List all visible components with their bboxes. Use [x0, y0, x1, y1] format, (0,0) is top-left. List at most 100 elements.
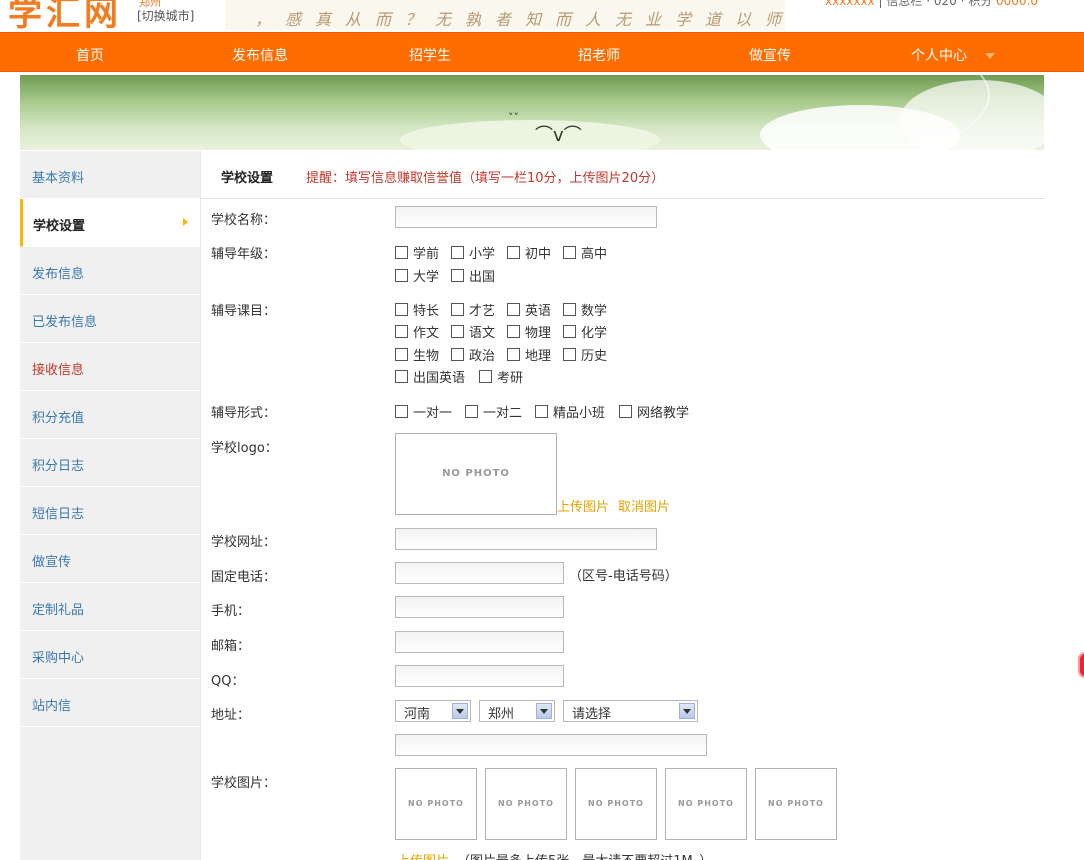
phone-input[interactable] — [395, 562, 564, 584]
checkbox-course[interactable]: 数学 — [563, 300, 607, 319]
checkbox-course[interactable]: 出国英语 — [395, 367, 465, 386]
page-title: 学校设置 — [221, 171, 274, 186]
username-link[interactable]: xxxxxxx — [825, 0, 875, 8]
floating-service-icon[interactable] — [1078, 652, 1084, 678]
checkbox-course[interactable]: 语文 — [451, 322, 495, 341]
label-mobile: 手机： — [211, 604, 251, 619]
chevron-right-icon — [183, 218, 188, 226]
main-header: 学校设置 提醒：填写信息赚取信誉值（填写一栏10分，上传图片20分） — [201, 151, 1045, 199]
checkbox-grade-junior[interactable]: 初中 — [507, 243, 551, 262]
checkbox-course[interactable]: 生物 — [395, 345, 439, 364]
sidebar-item-basic-info[interactable]: 基本资料 — [20, 151, 200, 199]
chevron-down-icon[interactable] — [985, 53, 995, 59]
sidebar-item-published[interactable]: 已发布信息 — [20, 295, 200, 343]
pictures-hint: （图片最多上传5张，最大请不要超过1M。） — [457, 850, 712, 860]
website-input[interactable] — [395, 528, 657, 550]
main-content: 学校设置 提醒：填写信息赚取信誉值（填写一栏10分，上传图片20分） 学校名称：… — [200, 151, 1045, 860]
slogan-banner: ，感真从而？无孰者知而人无业学道以师有学 — [225, 0, 785, 30]
sidebar-item-points-log[interactable]: 积分日志 — [20, 439, 200, 487]
chevron-down-icon[interactable] — [452, 703, 468, 719]
school-picture-slot: NO PHOTO — [755, 768, 837, 840]
cancel-logo-link[interactable]: 取消图片 — [618, 496, 670, 515]
checkbox-form-one-on-one[interactable]: 一对一 — [395, 402, 452, 421]
district-select[interactable]: 请选择 — [563, 700, 698, 722]
label-school-name: 学校名称： — [211, 213, 277, 228]
top-bar: 学汇网 郑州 [切换城市] ，感真从而？无孰者知而人无业学道以师有学 xxxxx… — [0, 0, 1084, 32]
sidebar-item-promote[interactable]: 做宣传 — [20, 535, 200, 583]
no-photo-text: NO PHOTO — [442, 468, 510, 479]
upload-logo-link[interactable]: 上传图片 — [557, 496, 609, 515]
sidebar-item-school-settings[interactable]: 学校设置 — [20, 199, 200, 247]
sidebar-item-purchase[interactable]: 采购中心 — [20, 631, 200, 679]
nav-recruit-teachers[interactable]: 招老师 — [578, 45, 620, 65]
label-form: 辅导形式： — [211, 406, 277, 421]
label-logo: 学校logo： — [211, 441, 278, 456]
nav-promote[interactable]: 做宣传 — [749, 45, 791, 65]
user-status-text: | 信息栏 · 020 · 积分 — [878, 0, 993, 8]
checkbox-course[interactable]: 政治 — [451, 345, 495, 364]
school-picture-slot: NO PHOTO — [575, 768, 657, 840]
phone-hint: （区号-电话号码） — [569, 569, 678, 584]
nav-publish[interactable]: 发布信息 — [232, 45, 288, 65]
tip-text: 提醒：填写信息赚取信誉值（填写一栏10分，上传图片20分） — [306, 171, 665, 186]
address-detail-input[interactable] — [395, 734, 707, 756]
label-email: 邮箱： — [211, 639, 251, 654]
sidebar-item-messages[interactable]: 站内信 — [20, 679, 200, 727]
checkbox-form-online[interactable]: 网络教学 — [619, 402, 689, 421]
bird-icon: ⌒v⌒ — [535, 125, 582, 146]
sidebar-item-sms-log[interactable]: 短信日志 — [20, 487, 200, 535]
user-score: 0000.0 — [996, 0, 1039, 8]
site-logo[interactable]: 学汇网 — [8, 0, 122, 32]
checkbox-course[interactable]: 作文 — [395, 322, 439, 341]
school-name-input[interactable] — [395, 206, 657, 228]
chevron-down-icon[interactable] — [536, 703, 552, 719]
sidebar-item-recharge[interactable]: 积分充值 — [20, 391, 200, 439]
email-input[interactable] — [395, 631, 564, 653]
mobile-input[interactable] — [395, 596, 564, 618]
label-phone: 固定电话： — [211, 570, 277, 585]
checkbox-grade-senior[interactable]: 高中 — [563, 243, 607, 262]
sidebar-item-gifts[interactable]: 定制礼品 — [20, 583, 200, 631]
logo-preview: NO PHOTO — [395, 433, 557, 515]
province-select[interactable]: 河南 — [395, 700, 471, 722]
main-nav: 首页 发布信息 招学生 招老师 做宣传 个人中心 — [0, 32, 1084, 72]
nav-recruit-students[interactable]: 招学生 — [409, 45, 451, 65]
bird-icon: ˅˅ — [508, 111, 519, 124]
school-picture-slot: NO PHOTO — [485, 768, 567, 840]
nav-personal-center[interactable]: 个人中心 — [911, 45, 967, 65]
checkbox-course[interactable]: 才艺 — [451, 300, 495, 319]
checkbox-course[interactable]: 特长 — [395, 300, 439, 319]
sidebar-item-publish[interactable]: 发布信息 — [20, 247, 200, 295]
label-qq: QQ： — [211, 674, 245, 689]
sidebar-item-received[interactable]: 接收信息 — [20, 343, 200, 391]
city-select[interactable]: 郑州 — [479, 700, 555, 722]
nav-home[interactable]: 首页 — [76, 45, 104, 65]
checkbox-form-small-class[interactable]: 精品小班 — [535, 402, 605, 421]
checkbox-grade-abroad[interactable]: 出国 — [451, 266, 495, 285]
label-grade: 辅导年级： — [211, 247, 277, 262]
school-picture-slot: NO PHOTO — [395, 768, 477, 840]
checkbox-grade-primary[interactable]: 小学 — [451, 243, 495, 262]
checkbox-grade-preschool[interactable]: 学前 — [395, 243, 439, 262]
sidebar: 基本资料 学校设置 发布信息 已发布信息 接收信息 积分充值 积分日志 短信日志… — [20, 151, 200, 860]
banner-image: ˅˅ ⌒v⌒ — [20, 75, 1044, 150]
switch-city-link[interactable]: [切换城市] — [137, 7, 194, 24]
label-pictures: 学校图片： — [211, 776, 277, 791]
chevron-down-icon[interactable] — [679, 703, 695, 719]
checkbox-course[interactable]: 历史 — [563, 345, 607, 364]
label-course: 辅导课目： — [211, 304, 277, 319]
checkbox-form-one-on-two[interactable]: 一对二 — [465, 402, 522, 421]
upload-pictures-link[interactable]: 上传图片 — [397, 850, 449, 860]
qq-input[interactable] — [395, 665, 564, 687]
checkbox-course[interactable]: 化学 — [563, 322, 607, 341]
checkbox-course[interactable]: 考研 — [479, 367, 523, 386]
school-picture-slot: NO PHOTO — [665, 768, 747, 840]
checkbox-course[interactable]: 地理 — [507, 345, 551, 364]
checkbox-course[interactable]: 英语 — [507, 300, 551, 319]
slogan-text: ，感真从而？无孰者知而人无业学道以师有学 — [255, 10, 785, 29]
user-status: xxxxxxx | 信息栏 · 020 · 积分 0000.0 — [825, 0, 1038, 9]
label-address: 地址： — [211, 708, 251, 723]
checkbox-grade-university[interactable]: 大学 — [395, 266, 439, 285]
label-website: 学校网址： — [211, 535, 277, 550]
checkbox-course[interactable]: 物理 — [507, 322, 551, 341]
